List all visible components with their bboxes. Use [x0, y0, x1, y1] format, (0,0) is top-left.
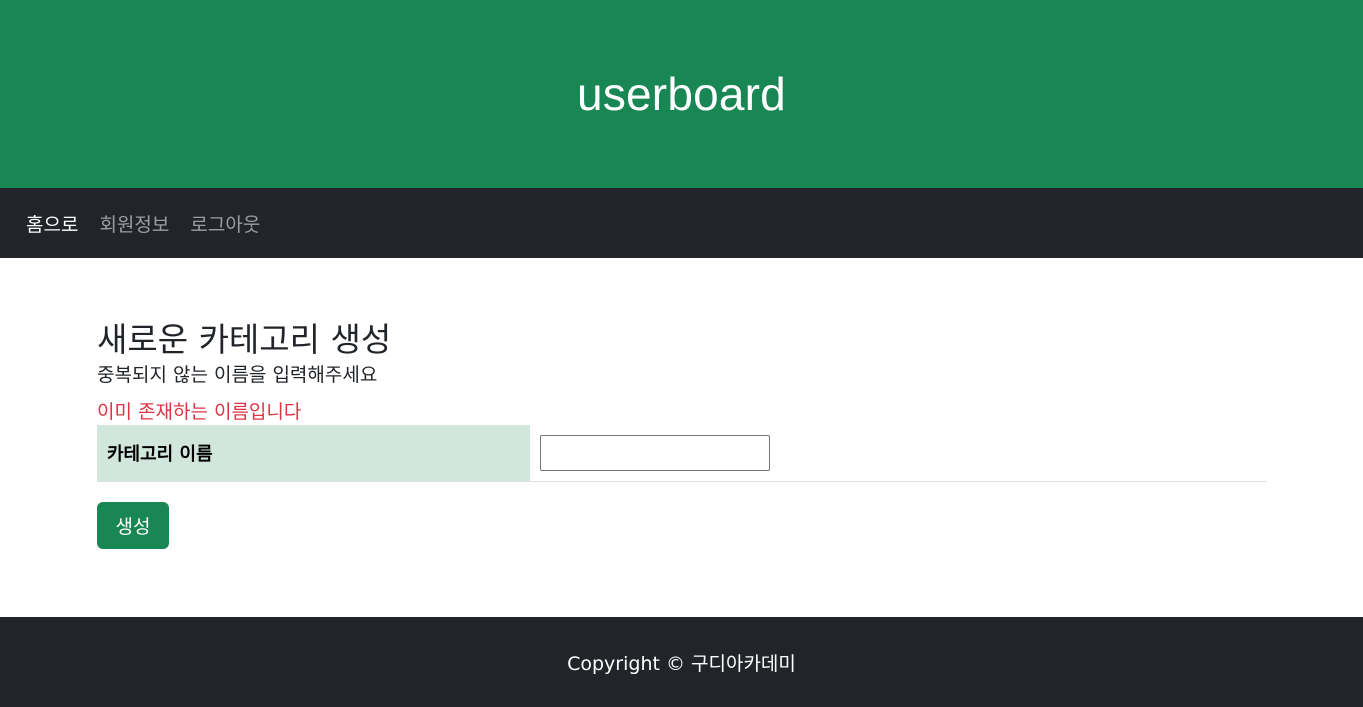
site-footer: Copyright © 구디아카데미: [0, 617, 1363, 707]
main-nav: 홈으로 회원정보 로그아웃: [0, 188, 1363, 258]
page-title: 새로운 카테고리 생성: [97, 320, 392, 359]
category-form: 카테고리 이름 생성: [97, 425, 1267, 549]
category-name-label: 카테고리 이름: [97, 425, 530, 482]
error-message: 이미 존재하는 이름입니다: [97, 401, 302, 423]
nav-item-logout[interactable]: 로그아웃: [190, 210, 260, 237]
copyright-text: Copyright © 구디아카데미: [567, 652, 796, 675]
category-name-cell: [530, 425, 1267, 482]
table-row: 카테고리 이름: [97, 425, 1267, 482]
site-header: userboard: [0, 0, 1363, 188]
nav-item-home[interactable]: 홈으로: [26, 210, 78, 237]
nav-item-member-info[interactable]: 회원정보: [99, 210, 169, 237]
site-title: userboard: [577, 68, 786, 120]
page-subtitle: 중복되지 않는 이름을 입력해주세요: [97, 364, 378, 386]
main-content: 새로운 카테고리 생성 중복되지 않는 이름을 입력해주세요 이미 존재하는 이…: [0, 258, 1363, 617]
category-name-input[interactable]: [540, 434, 770, 471]
form-table: 카테고리 이름: [97, 425, 1267, 482]
create-button[interactable]: 생성: [97, 501, 169, 549]
